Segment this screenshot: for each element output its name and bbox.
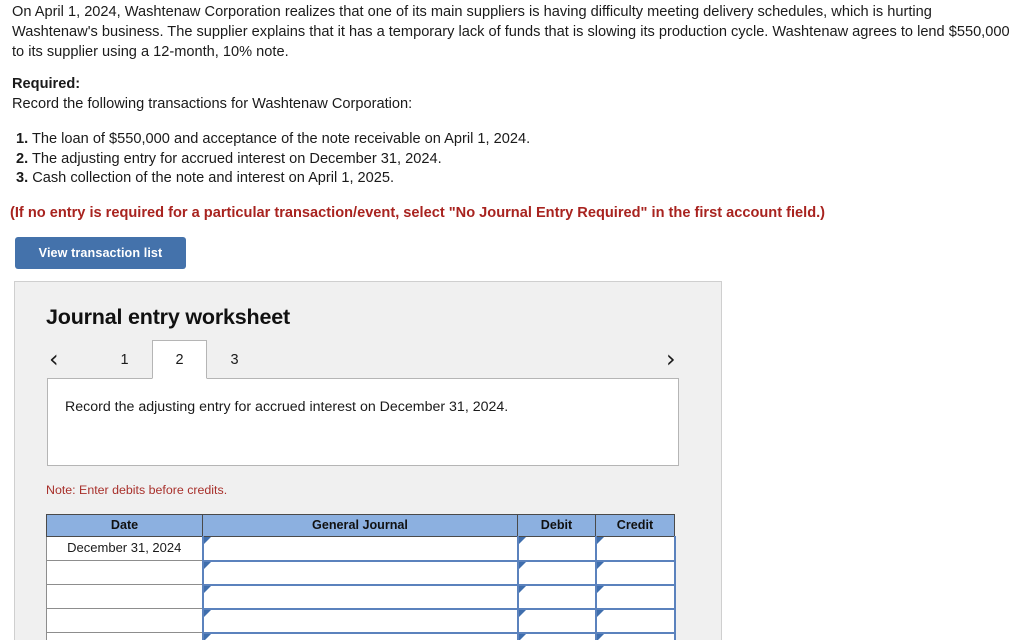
worksheet-tab-3[interactable]: 3: [207, 340, 262, 379]
column-header-date: Date: [46, 514, 203, 537]
column-header-general-journal: General Journal: [202, 514, 518, 537]
date-cell[interactable]: [46, 632, 203, 640]
debits-before-credits-note: Note: Enter debits before credits.: [46, 483, 228, 497]
debit-input[interactable]: [516, 632, 597, 640]
credit-input[interactable]: [594, 584, 676, 610]
credit-input[interactable]: [594, 632, 676, 640]
table-header-row: Date General Journal Debit Credit: [46, 514, 675, 537]
cell-corner-marker-icon: [518, 609, 526, 617]
cell-corner-marker-icon: [596, 585, 604, 593]
debit-input[interactable]: [516, 584, 597, 610]
general-journal-input[interactable]: [201, 608, 519, 634]
date-cell[interactable]: December 31, 2024: [46, 536, 203, 561]
transaction-list: 1. The loan of $550,000 and acceptance o…: [12, 130, 832, 189]
transaction-item-1-text: The loan of $550,000 and acceptance of t…: [31, 131, 531, 147]
date-cell[interactable]: [46, 560, 203, 585]
next-entry-arrow-icon[interactable]: ›: [666, 344, 676, 374]
table-row: December 31, 2024: [46, 536, 676, 562]
credit-input[interactable]: [594, 608, 676, 634]
no-entry-instruction: (If no entry is required for a particula…: [10, 205, 826, 221]
table-row: [46, 560, 676, 586]
cell-corner-marker-icon: [518, 561, 526, 569]
debit-input[interactable]: [516, 536, 597, 562]
table-row: [46, 608, 676, 634]
transaction-item-2-text: The adjusting entry for accrued interest…: [31, 150, 442, 167]
transaction-item-1-number: 1.: [16, 131, 29, 147]
worksheet-title: Journal entry worksheet: [46, 305, 290, 329]
column-header-debit: Debit: [517, 514, 596, 537]
cell-corner-marker-icon: [596, 561, 604, 569]
cell-corner-marker-icon: [203, 633, 211, 640]
entry-description-text: Record the adjusting entry for accrued i…: [65, 399, 509, 415]
general-journal-input[interactable]: [201, 632, 519, 640]
required-label: Required:: [12, 76, 81, 92]
journal-entry-table: Date General Journal Debit Credit Decemb…: [46, 514, 676, 640]
required-subtitle: Record the following transactions for Wa…: [12, 96, 413, 112]
journal-entry-worksheet-panel: Journal entry worksheet ‹ 1 2 3 › Record…: [14, 281, 722, 640]
table-row: [46, 632, 676, 640]
cell-corner-marker-icon: [203, 537, 211, 544]
worksheet-tab-2[interactable]: 2: [152, 340, 207, 379]
column-header-credit: Credit: [595, 514, 675, 537]
general-journal-input[interactable]: [201, 536, 519, 562]
date-cell[interactable]: [46, 584, 203, 609]
table-row: [46, 584, 676, 610]
page-root: On April 1, 2024, Washtenaw Corporation …: [0, 0, 1024, 640]
cell-corner-marker-icon: [518, 585, 526, 593]
debit-input[interactable]: [516, 608, 597, 634]
transaction-item-3-number: 3.: [16, 170, 29, 186]
cell-corner-marker-icon: [518, 633, 526, 640]
credit-input[interactable]: [594, 536, 676, 562]
debit-input[interactable]: [516, 560, 597, 586]
credit-input[interactable]: [594, 560, 676, 586]
transaction-item-2-number: 2.: [16, 150, 29, 167]
general-journal-input[interactable]: [201, 584, 519, 610]
previous-entry-arrow-icon[interactable]: ‹: [49, 344, 59, 374]
problem-statement: On April 1, 2024, Washtenaw Corporation …: [12, 4, 1010, 61]
cell-corner-marker-icon: [518, 537, 526, 544]
cell-corner-marker-icon: [596, 633, 604, 640]
worksheet-tab-1[interactable]: 1: [97, 340, 152, 379]
required-section: Required: Record the following transacti…: [12, 74, 812, 114]
transaction-item-3: 3. Cash collection of the note and inter…: [12, 169, 832, 189]
worksheet-tabstrip: ‹ 1 2 3 ›: [15, 340, 723, 379]
transaction-item-1: 1. The loan of $550,000 and acceptance o…: [12, 130, 832, 150]
entry-description-box: Record the adjusting entry for accrued i…: [47, 378, 679, 466]
cell-corner-marker-icon: [203, 585, 211, 593]
cell-corner-marker-icon: [596, 609, 604, 617]
cell-corner-marker-icon: [596, 537, 604, 544]
cell-corner-marker-icon: [203, 609, 211, 617]
view-transaction-list-button[interactable]: View transaction list: [15, 237, 186, 269]
transaction-item-3-text: Cash collection of the note and interest…: [32, 170, 395, 186]
general-journal-input[interactable]: [201, 560, 519, 586]
cell-corner-marker-icon: [203, 561, 211, 569]
date-cell[interactable]: [46, 608, 203, 633]
transaction-item-2: 2. The adjusting entry for accrued inter…: [12, 150, 832, 170]
